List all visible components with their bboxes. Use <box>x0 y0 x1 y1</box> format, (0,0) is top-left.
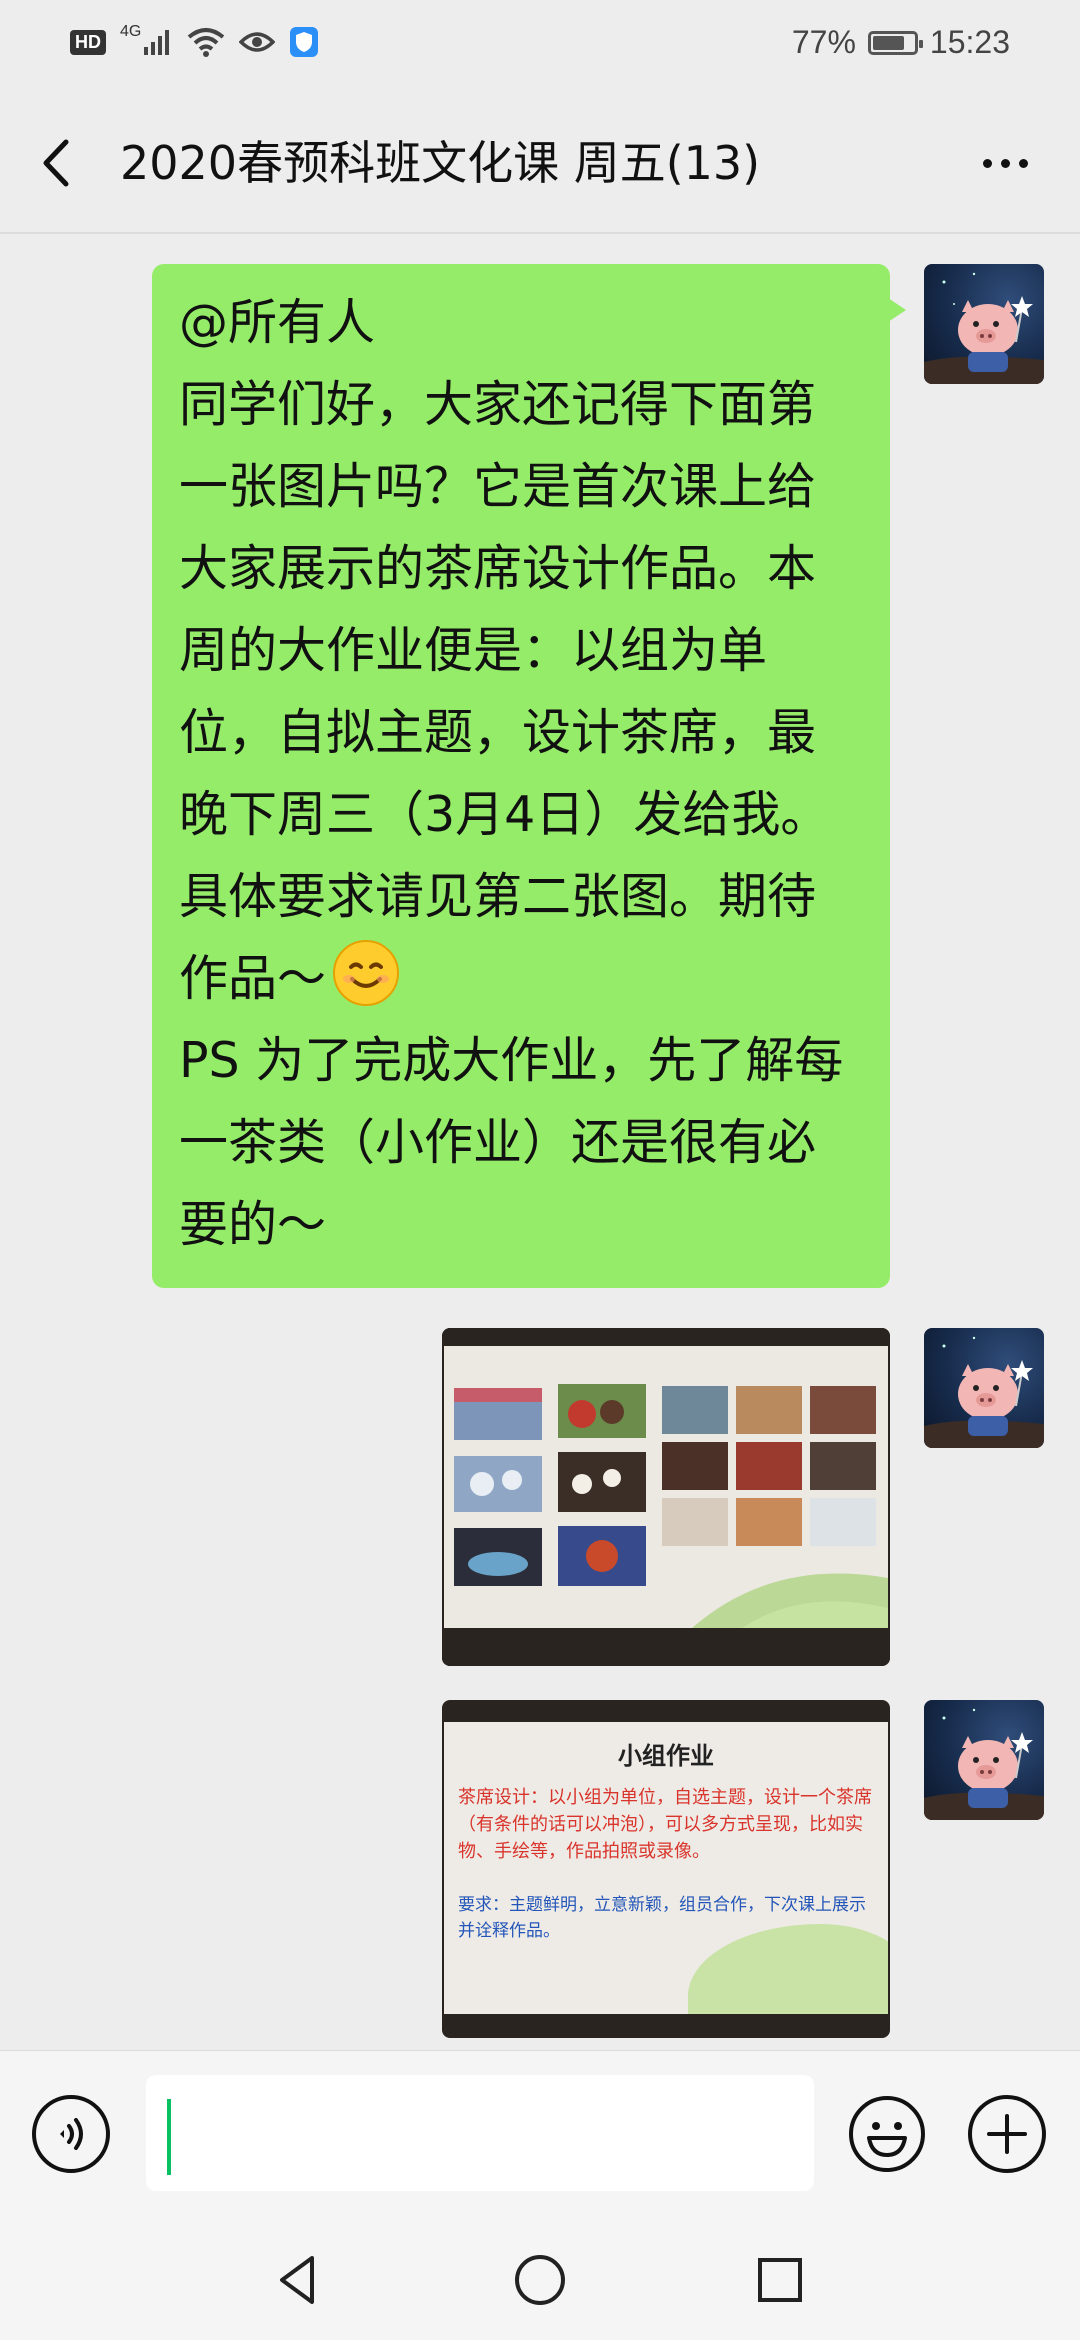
back-button[interactable] <box>30 128 90 198</box>
system-navigation-bar <box>0 2220 1080 2340</box>
slide-title: 小组作业 <box>618 1741 714 1770</box>
chat-title: 2020春预科班文化课 周五(13) <box>120 136 761 190</box>
clock-time: 15:23 <box>929 24 1010 60</box>
status-icons-left: HD 4G <box>70 23 319 58</box>
mention-all: @所有人 <box>179 294 376 351</box>
circle-home-icon <box>515 2255 565 2305</box>
voice-icon <box>60 2118 83 2150</box>
emoji-icon <box>849 2096 925 2172</box>
more-options-button[interactable] <box>970 128 1040 198</box>
slide-text-blue: 要求：主题鲜明，立意新颖，组员合作，下次课上展示并诠释作品。 <box>458 1895 866 1941</box>
status-bar: HD 4G 77% 15:23 <box>0 0 1080 92</box>
message-list[interactable]: @所有人 同学们好，大家还记得下面第一张图片吗？它是首次课上给大家展示的茶席设计… <box>0 234 1080 2050</box>
status-icons-right: 77% 15:23 <box>792 24 1010 61</box>
image-message-tea-set-slide[interactable] <box>442 1328 890 1666</box>
triangle-back-icon <box>280 2256 314 2304</box>
shield-icon <box>290 27 319 57</box>
wifi-icon <box>188 28 225 57</box>
signal-icon <box>144 30 170 55</box>
voice-input-button[interactable] <box>32 2095 110 2173</box>
more-dots-icon <box>982 158 992 168</box>
message-text-ps: PS 为了完成大作业，先了解每一茶类（小作业）还是很有必要的～ <box>179 1032 844 1253</box>
pig-with-wand-avatar-image <box>924 272 1044 384</box>
emoji-button[interactable] <box>848 2095 926 2173</box>
pig-with-wand-avatar-image <box>924 1336 1044 1448</box>
message-input[interactable] <box>146 2075 814 2191</box>
chevron-left-icon <box>43 139 69 187</box>
plus-icon <box>987 2114 1027 2154</box>
more-functions-button[interactable] <box>968 2095 1046 2173</box>
chat-input-bar <box>0 2050 1080 2220</box>
avatar[interactable] <box>924 1700 1044 1820</box>
image-message-assignment-slide[interactable]: 小组作业 茶席设计：以小组为单位，自选主题，设计一个茶席（有条件的话可以冲泡），… <box>442 1700 890 2038</box>
more-dots-icon <box>1018 158 1028 168</box>
pig-with-wand-avatar-image <box>924 1708 1044 1820</box>
eye-comfort-icon <box>239 32 276 52</box>
battery-level-fill <box>872 35 904 50</box>
chat-title-bar: 2020春预科班文化课 周五(13) <box>0 92 1080 234</box>
slide-text-red: 茶席设计：以小组为单位，自选主题，设计一个茶席（有条件的话可以冲泡），可以多方式… <box>458 1787 872 1862</box>
battery-percentage: 77% <box>791 24 856 60</box>
slide-area: 小组作业 茶席设计：以小组为单位，自选主题，设计一个茶席（有条件的话可以冲泡），… <box>444 1722 888 2014</box>
nav-recents-button[interactable] <box>750 2250 810 2310</box>
battery-icon <box>867 30 923 55</box>
avatar[interactable] <box>924 1328 1044 1448</box>
avatar[interactable] <box>924 264 1044 384</box>
text-message-bubble[interactable]: @所有人 同学们好，大家还记得下面第一张图片吗？它是首次课上给大家展示的茶席设计… <box>152 264 906 1288</box>
nav-back-button[interactable] <box>270 2250 330 2310</box>
square-recents-icon <box>758 2258 802 2302</box>
hd-badge: HD <box>70 29 106 55</box>
slide-photo-image <box>442 1328 890 1666</box>
message-text: 同学们好，大家还记得下面第一张图片吗？它是首次课上给大家展示的茶席设计作品。本周… <box>179 376 830 1007</box>
text-cursor <box>167 2099 171 2175</box>
network-type-label: 4G <box>120 23 142 40</box>
smile-emoji-icon <box>333 940 400 1006</box>
nav-home-button[interactable] <box>510 2250 570 2310</box>
more-dots-icon <box>1000 158 1010 168</box>
